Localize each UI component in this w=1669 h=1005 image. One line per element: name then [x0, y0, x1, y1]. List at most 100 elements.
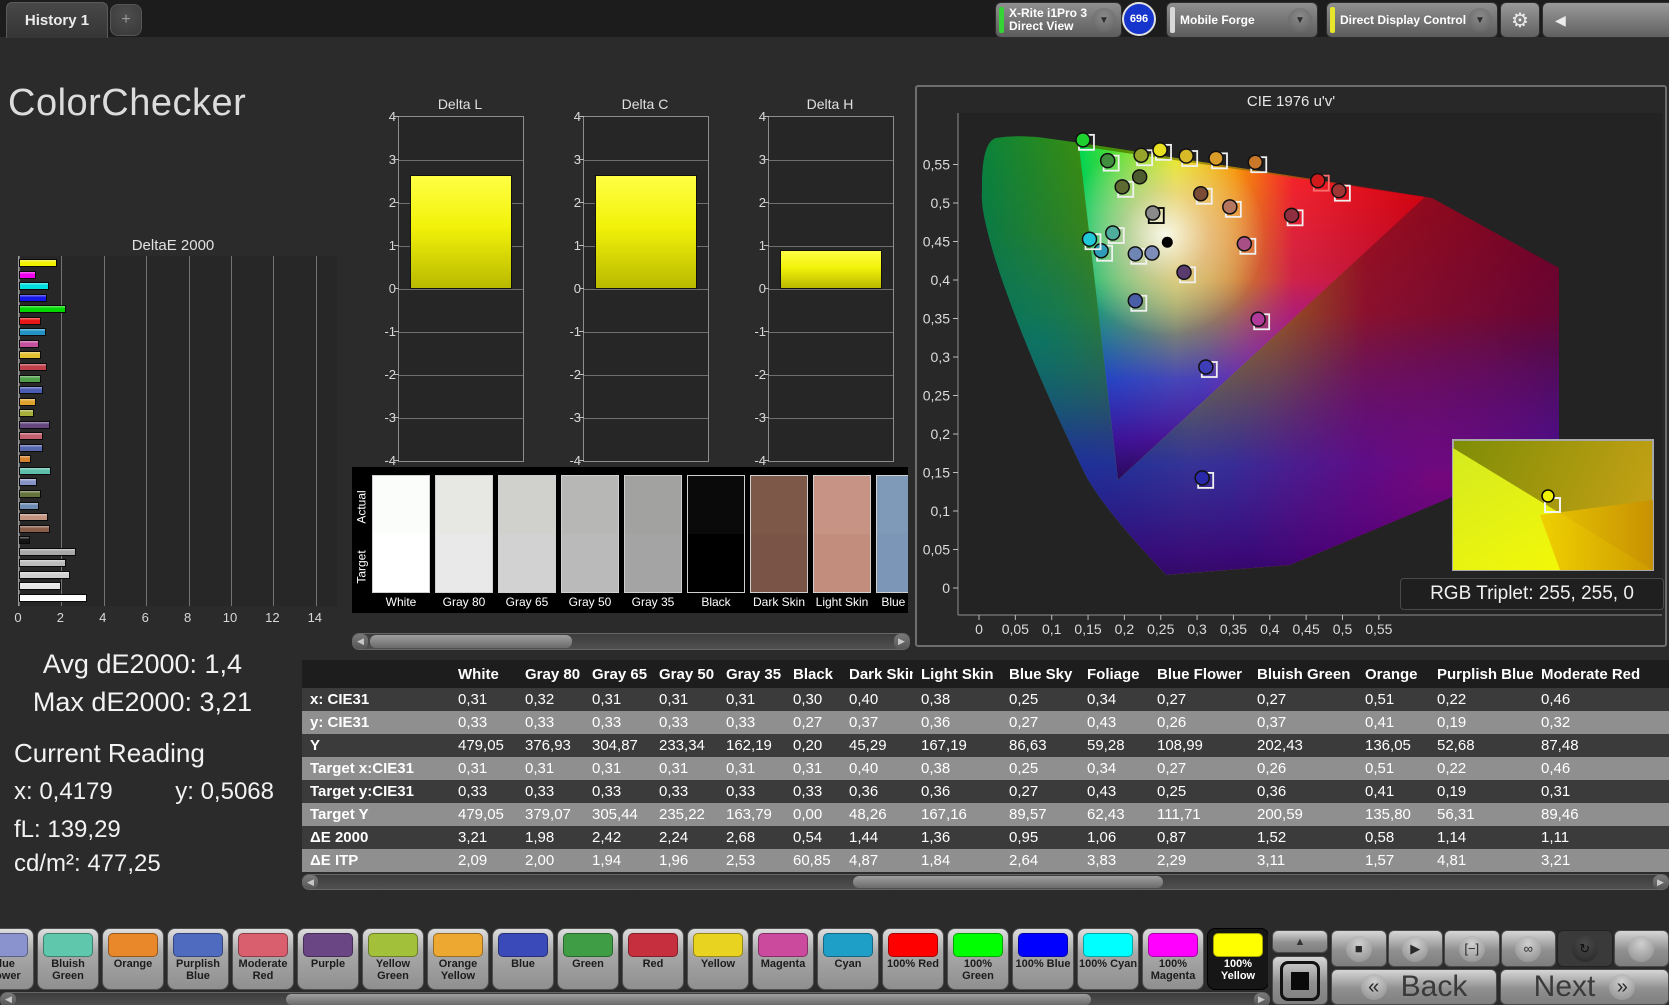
patch-button[interactable]: Bluish Green — [37, 928, 99, 990]
column-header: Moderate Red — [1541, 665, 1641, 683]
play-button[interactable]: ▶ — [1387, 930, 1443, 967]
table-cell: 0,31 — [659, 691, 689, 708]
measured-point — [1178, 148, 1194, 164]
table-cell: 0,41 — [1365, 714, 1395, 731]
stop-button[interactable]: ■ — [1331, 930, 1387, 967]
axis-tick-label: 0,4 — [1260, 621, 1280, 637]
table-cell: 1,57 — [1365, 852, 1395, 869]
patch-button[interactable]: 100% Yellow — [1207, 928, 1268, 990]
patch-button-label: Cyan — [834, 958, 862, 970]
measured-point — [1250, 311, 1266, 328]
patch-button[interactable]: 100% Blue — [1012, 928, 1074, 990]
column-header: Bluish Green — [1257, 665, 1351, 683]
table-scrollbar-thumb[interactable] — [853, 876, 1163, 888]
table-cell: 4,87 — [849, 852, 879, 869]
next-button[interactable]: Next » — [1500, 969, 1669, 1005]
table-cell: 86,63 — [1009, 737, 1047, 754]
table-cell: 2,29 — [1157, 852, 1187, 869]
axis-tick-label: 0,15 — [923, 465, 950, 481]
blank-button[interactable] — [1613, 930, 1669, 967]
table-cell: 1,14 — [1437, 829, 1467, 846]
table-cell: 2,64 — [1009, 852, 1039, 869]
table-cell: 0,37 — [849, 714, 879, 731]
window-icon — [1280, 960, 1320, 1001]
patch-button[interactable]: Blue Flower — [0, 928, 34, 990]
table-cell: 0,20 — [793, 737, 823, 754]
axis-tick-label: 0,05 — [923, 542, 950, 558]
table-cell: 0,33 — [525, 783, 555, 800]
measured-point — [1081, 231, 1098, 247]
measured-point — [1131, 169, 1148, 185]
table-cell: 135,80 — [1365, 806, 1411, 823]
patch-button[interactable]: Red — [622, 928, 684, 990]
measurement-table: White Gray 80 Gray 65 Gray 50 Gray 35 Black Da… — [302, 660, 1669, 872]
measured-point — [1208, 150, 1224, 167]
table-cell: 59,28 — [1087, 737, 1125, 754]
pattern-up-button[interactable]: ▲ — [1272, 930, 1328, 953]
measured-point — [1161, 236, 1173, 248]
patch-color-swatch — [953, 933, 1003, 957]
chevrons-left-icon: « — [1360, 974, 1387, 1000]
measured-point — [1331, 182, 1347, 199]
measured-point — [1198, 359, 1214, 375]
range-icon: [−] — [1458, 935, 1485, 962]
patch-color-swatch — [1018, 933, 1068, 957]
scroll-left-icon[interactable]: ◀ — [1, 993, 16, 1005]
axis-tick-label: 0,4 — [931, 272, 951, 288]
table-cell: 0,25 — [1009, 760, 1039, 777]
table-cell: 87,48 — [1541, 737, 1579, 754]
patch-button[interactable]: Yellow Green — [362, 928, 424, 990]
table-cell: 0,22 — [1437, 760, 1467, 777]
back-button[interactable]: « Back — [1331, 969, 1497, 1005]
column-header: Gray 50 — [659, 665, 715, 683]
column-header: Black — [793, 665, 834, 683]
patch-button-label: 100% Magenta — [1150, 958, 1196, 982]
patch-button[interactable]: Cyan — [817, 928, 879, 990]
patch-button[interactable]: Purplish Blue — [167, 928, 229, 990]
table-cell: 0,33 — [726, 783, 756, 800]
range-button[interactable]: [−] — [1444, 930, 1500, 967]
table-cell: 0,31 — [726, 691, 756, 708]
measured-point — [1144, 245, 1160, 261]
scroll-right-icon[interactable]: ▶ — [1254, 993, 1269, 1005]
patch-button[interactable]: Yellow — [687, 928, 749, 990]
patch-button[interactable]: Orange — [102, 928, 164, 990]
refresh-button[interactable]: ↻ — [1557, 930, 1613, 967]
patch-button[interactable]: 100% Magenta — [1142, 928, 1204, 990]
row-label: ΔE 2000 — [310, 829, 369, 846]
table-cell: 0,38 — [921, 760, 951, 777]
table-cell: 2,09 — [458, 852, 488, 869]
table-cell: 48,26 — [849, 806, 887, 823]
patch-button[interactable]: Green — [557, 928, 619, 990]
chevrons-right-icon: » — [1609, 974, 1636, 1000]
loop-button[interactable]: ∞ — [1500, 930, 1556, 967]
play-icon: ▶ — [1402, 935, 1429, 962]
measured-point — [1099, 152, 1116, 169]
axis-tick-label: 0,05 — [1002, 621, 1029, 637]
patch-color-swatch — [0, 933, 28, 957]
scroll-left-icon[interactable]: ◀ — [303, 875, 318, 889]
patch-button[interactable]: Moderate Red — [232, 928, 294, 990]
axis-tick-label: 0,55 — [923, 157, 950, 173]
patch-button[interactable]: Blue — [492, 928, 554, 990]
table-cell: 0,19 — [1437, 783, 1467, 800]
table-cell: 1,94 — [592, 852, 622, 869]
table-cell: 0,22 — [1437, 691, 1467, 708]
patch-color-swatch — [823, 933, 873, 957]
patch-button[interactable]: 100% Red — [882, 928, 944, 990]
axis-tick-label: 0,1 — [931, 503, 951, 519]
scroll-right-icon[interactable]: ▶ — [1653, 875, 1668, 889]
patch-button[interactable]: Magenta — [752, 928, 814, 990]
patch-scrollbar-thumb[interactable] — [286, 994, 1091, 1005]
patch-button[interactable]: 100% Cyan — [1077, 928, 1139, 990]
patch-button[interactable]: Orange Yellow — [427, 928, 489, 990]
patch-button[interactable]: Purple — [297, 928, 359, 990]
patch-row-scrollbar[interactable]: ◀ ▶ — [0, 992, 1270, 1005]
column-header: Dark Skin — [849, 665, 913, 683]
table-scrollbar[interactable]: ◀ ▶ — [302, 874, 1669, 890]
axis-tick-label: 0 — [942, 580, 950, 596]
measured-point — [1176, 264, 1192, 281]
pattern-window-button[interactable] — [1272, 956, 1328, 1005]
patch-button[interactable]: 100% Green — [947, 928, 1009, 990]
table-cell: 0,33 — [525, 714, 555, 731]
